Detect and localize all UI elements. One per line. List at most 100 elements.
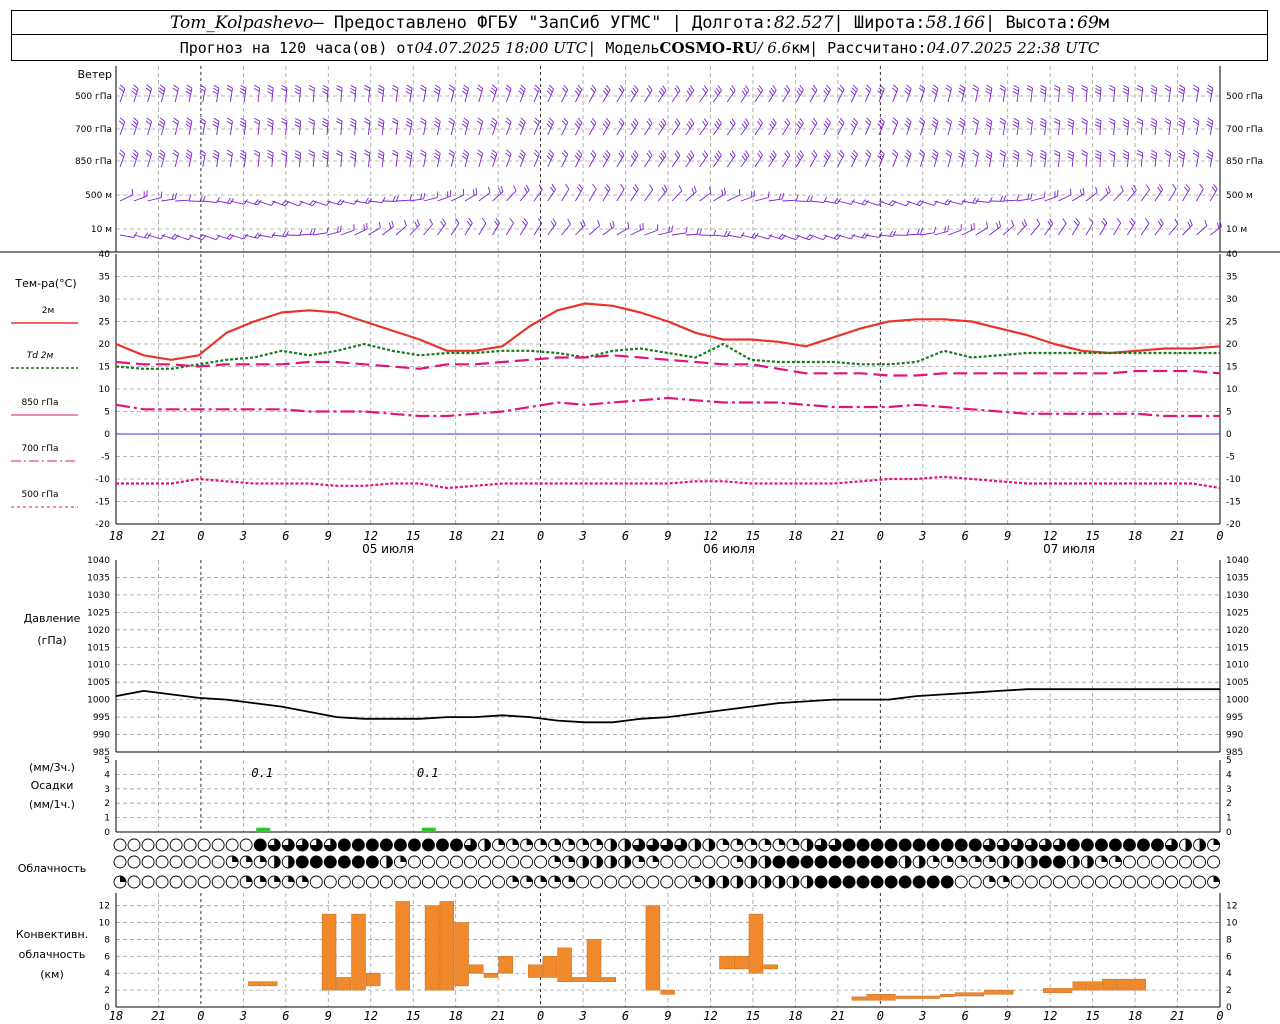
wind-barb-feather [476, 120, 483, 125]
wind-barb-feather [433, 155, 440, 160]
wind-barb-shaft [506, 222, 514, 236]
wind-barb-shaft [478, 222, 487, 236]
wind-barb-feather [350, 84, 357, 89]
wind-barb-feather [812, 149, 818, 156]
wind-barb-shaft [340, 200, 355, 205]
wind-barb-feather [576, 87, 581, 93]
cloud-cover-quarter [554, 856, 561, 862]
wind-barb-feather [812, 84, 818, 91]
wind-barb-feather [434, 120, 440, 125]
wind-barb-feather [661, 187, 666, 193]
cloud-cover-symbol [954, 855, 968, 869]
temp-tick-right: 15 [1226, 363, 1237, 373]
convective-time-tick: 3 [578, 1009, 586, 1023]
wind-barb-feather [254, 232, 259, 238]
wind-barb-feather [839, 84, 845, 90]
cloud-cover-quarter [540, 839, 547, 845]
wind-barb-feather [563, 84, 569, 90]
convective-bar [940, 994, 955, 998]
pressure-tick-left: 1005 [87, 678, 110, 688]
cloud-cover-quarter [652, 856, 659, 862]
wind-barb-feather [1067, 124, 1074, 128]
cloud-cover-half [778, 876, 785, 888]
wind-barb-feather [932, 120, 938, 125]
wind-barb-feather [702, 87, 707, 94]
wind-barb-feather [1039, 156, 1046, 160]
wind-barb-feather [690, 150, 695, 156]
pressure-tick-left: 995 [93, 713, 110, 723]
cloud-cover-symbol [478, 855, 491, 869]
cloud-cover-symbol [365, 855, 379, 869]
cloud-cover-quarter [512, 876, 519, 882]
wind-barb-feather [350, 88, 356, 92]
cloud-cover-symbol [912, 875, 926, 889]
wind-barb-shaft [588, 225, 600, 236]
convective-tick-right: 8 [1226, 935, 1232, 945]
cloud-cover-circle [856, 855, 870, 869]
wind-barb-feather [340, 225, 342, 232]
convective-time-tick: 12 [1043, 1009, 1057, 1023]
cloud-cover-circle [365, 855, 379, 869]
wind-barb-feather [648, 85, 653, 91]
cloud-cover-half [694, 839, 701, 851]
temp-time-tick: 9 [1004, 529, 1011, 543]
wind-barb-feather [769, 90, 774, 96]
pressure-tick-left: 1040 [87, 556, 110, 566]
wind-barb-feather [1207, 149, 1214, 154]
wind-barb-feather [1179, 84, 1185, 89]
cloud-cover-circle [127, 875, 141, 889]
cloud-cover-quarter [582, 839, 589, 845]
wind-barb-feather [1179, 149, 1185, 154]
wind-barb-feather [1157, 220, 1162, 227]
wind-barb-shaft [326, 88, 329, 103]
convective-time-tick: 9 [664, 1009, 671, 1023]
cloud-cover-quarter [961, 856, 968, 862]
wind-barb-feather [1040, 87, 1046, 92]
wind-barb-feather [853, 84, 858, 90]
cloud-cover-symbol [1165, 875, 1178, 889]
cloud-cover-symbol [646, 838, 660, 852]
temp-tick-left: 10 [99, 385, 111, 395]
wind-barb-feather [1137, 117, 1143, 122]
wind-barb-feather [703, 150, 709, 156]
cloud-cover-symbol [1066, 875, 1080, 889]
wind-barb-feather [602, 155, 608, 161]
wind-barb-feather [240, 87, 246, 92]
wind-barb-feather [757, 87, 762, 94]
wind-barb-feather [1081, 149, 1088, 154]
cloud-cover-symbol [1094, 838, 1108, 852]
cloud-cover-circle [660, 855, 674, 869]
wind-barb-feather [561, 152, 567, 158]
temp-time-tick: 0 [1216, 529, 1223, 543]
cloud-cover-circle [1207, 855, 1221, 869]
date-label: 05 июля [362, 542, 414, 556]
wind-barb-feather [785, 85, 791, 91]
wind-barb-feather [1178, 155, 1184, 160]
wind-barb-feather [350, 149, 357, 154]
wind-barb-feather [1095, 121, 1101, 125]
wind-level-label-left: 500 гПа [75, 92, 112, 102]
cloud-cover-circle [828, 855, 842, 869]
convective-time-tick: 6 [282, 1009, 289, 1023]
convective-time-tick: 0 [1216, 1009, 1223, 1023]
cloud-cover-circle [1137, 838, 1150, 852]
wind-barb-shaft [423, 197, 438, 202]
cloud-cover-symbol [688, 875, 702, 889]
cloud-cover-symbol [828, 875, 842, 889]
wind-barb-feather [281, 199, 287, 205]
wind-barb-feather [784, 120, 789, 127]
wind-barb-shaft [782, 199, 797, 202]
wind-barb-feather [634, 184, 639, 190]
wind-barb-feather [865, 87, 870, 93]
temp-tick-right: -10 [1226, 475, 1241, 485]
wind-barb-feather [796, 123, 801, 129]
convective-tick-right: 10 [1226, 919, 1238, 929]
wind-barb-feather [159, 87, 165, 92]
cloud-cover-symbol [520, 855, 534, 869]
wind-barb-feather [487, 186, 491, 193]
wind-barb-feather [1123, 84, 1129, 89]
wind-barb-feather [933, 226, 936, 233]
cloud-cover-symbol [225, 875, 239, 889]
cloud-cover-symbol [1151, 855, 1164, 869]
wind-barb-feather [267, 124, 273, 128]
